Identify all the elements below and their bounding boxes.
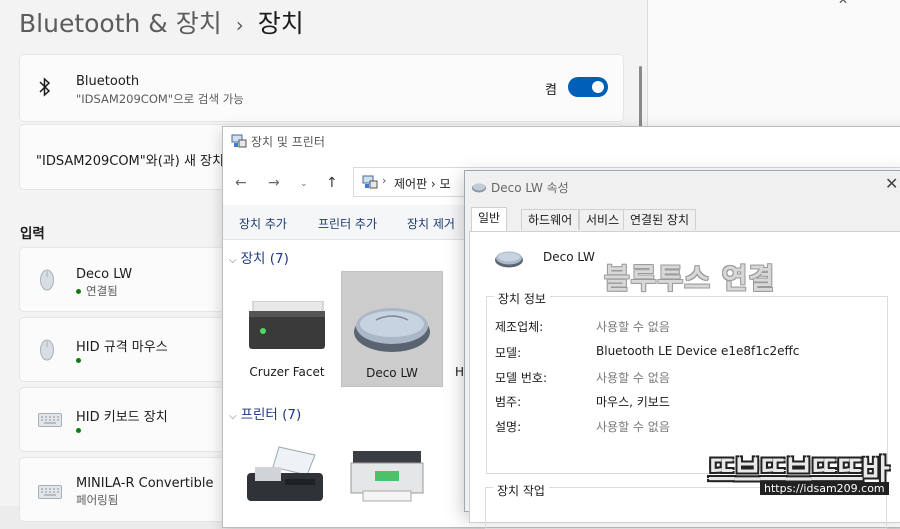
close-icon[interactable]: ✕ xyxy=(885,174,898,193)
device-status: 연결됨 xyxy=(76,283,118,299)
keyboard-icon xyxy=(38,484,62,503)
up-button[interactable]: ↑ xyxy=(326,175,338,191)
address-crumb: 제어판 › 모 xyxy=(394,177,451,191)
category-label: 범주: xyxy=(495,395,522,409)
chevron-down-icon: ⌵ xyxy=(229,411,237,422)
device-status-text: 연결됨 xyxy=(86,284,118,298)
control-panel-icon xyxy=(231,133,247,152)
bluetooth-card: Bluetooth "IDSAM209COM"으로 검색 가능 켬 xyxy=(19,54,624,122)
model-number-label: 모델 번호: xyxy=(495,371,548,385)
breadcrumb-chevron-icon: › xyxy=(382,174,387,187)
device-name: Deco LW xyxy=(76,267,133,282)
status-dot xyxy=(76,428,81,433)
mouse-icon xyxy=(494,250,524,272)
bluetooth-toggle-label: 켬 xyxy=(545,83,557,98)
manufacturer-value: 사용할 수 없음 xyxy=(596,320,670,334)
mouse-icon xyxy=(38,338,56,366)
keyboard-icon xyxy=(38,412,62,431)
section-input-label: 입력 xyxy=(20,226,45,242)
forward-button[interactable]: → xyxy=(268,175,280,191)
chevron-down-icon: ⌵ xyxy=(229,255,237,266)
device-name: MINILA-R Convertible xyxy=(76,476,214,491)
close-icon[interactable]: ✕ xyxy=(838,0,848,7)
add-device-button[interactable]: 장치 추가 xyxy=(239,215,287,232)
tile-label: Deco LW xyxy=(366,366,418,380)
model-label: 모델: xyxy=(495,346,522,360)
bluetooth-icon xyxy=(38,77,52,101)
manufacturer-label: 제조업체: xyxy=(495,320,544,334)
device-tile[interactable]: Cruzer Facet xyxy=(237,271,337,385)
tab-general[interactable]: 일반 xyxy=(471,207,508,231)
device-name: Deco LW xyxy=(543,250,595,264)
status-dot xyxy=(76,358,81,363)
remove-device-button[interactable]: 장치 제거 xyxy=(407,215,455,232)
recent-dropdown[interactable]: ⌄ xyxy=(300,179,308,189)
breadcrumb: Bluetooth & 장치 › 장치 xyxy=(19,4,304,40)
description-value: 사용할 수 없음 xyxy=(596,420,670,434)
group-printers-header[interactable]: ⌵ 프린터 (7) xyxy=(229,403,301,423)
toggle-knob xyxy=(592,81,604,93)
status-dot xyxy=(76,289,81,294)
model-number-value: 사용할 수 없음 xyxy=(596,371,670,385)
device-status xyxy=(76,423,86,437)
add-device-text: "IDSAM209COM"와(과) 새 장치 xyxy=(36,154,224,169)
add-printer-button[interactable]: 프린터 추가 xyxy=(318,215,377,232)
model-value: Bluetooth LE Device e1e8f1c2effc xyxy=(596,344,800,358)
back-button[interactable]: ← xyxy=(235,175,247,191)
control-panel-icon xyxy=(362,174,378,193)
mouse-icon xyxy=(471,179,487,198)
device-name: HID 키보드 장치 xyxy=(76,410,168,425)
bluetooth-toggle[interactable] xyxy=(568,77,608,97)
bluetooth-title: Bluetooth xyxy=(76,74,140,89)
breadcrumb-parent[interactable]: Bluetooth & 장치 xyxy=(19,9,222,38)
category-value: 마우스, 키보드 xyxy=(596,395,670,409)
usb-drive-icon xyxy=(247,300,327,355)
fax-printer-icon xyxy=(245,445,325,507)
tab-hardware[interactable]: 하드웨어 xyxy=(521,209,580,230)
logo-url: https://idsam209.com xyxy=(760,482,889,495)
page-title: 장치 xyxy=(257,9,304,38)
mouse-icon xyxy=(350,302,434,358)
tab-connected-devices[interactable]: 연결된 장치 xyxy=(623,209,697,230)
site-logo: 뜨브뜨브뜨뜨바 https://idsam209.com xyxy=(708,446,896,500)
tile-label: Cruzer Facet xyxy=(249,365,325,379)
group-devices-header[interactable]: ⌵ 장치 (7) xyxy=(229,247,289,267)
printer-icon xyxy=(349,445,425,507)
device-tile-selected[interactable]: Deco LW xyxy=(341,271,443,387)
device-tasks-label: 장치 작업 xyxy=(493,482,549,499)
group-printers-label: 프린터 (7) xyxy=(240,407,302,423)
description-label: 설명: xyxy=(495,420,522,434)
device-status xyxy=(76,353,86,367)
dialog-title: Deco LW 속성 xyxy=(491,181,569,195)
device-info-label: 장치 정보 xyxy=(494,290,550,307)
group-devices-label: 장치 (7) xyxy=(240,251,289,267)
tab-services[interactable]: 서비스 xyxy=(579,209,627,230)
breadcrumb-separator: › xyxy=(235,13,244,37)
window-title: 장치 및 프린터 xyxy=(251,135,325,149)
bluetooth-subtitle: "IDSAM209COM"으로 검색 가능 xyxy=(76,92,244,106)
caption-watermark: 블루투스 연결 xyxy=(604,262,776,295)
device-name: HID 규격 마우스 xyxy=(76,340,168,355)
mouse-icon xyxy=(38,268,56,296)
